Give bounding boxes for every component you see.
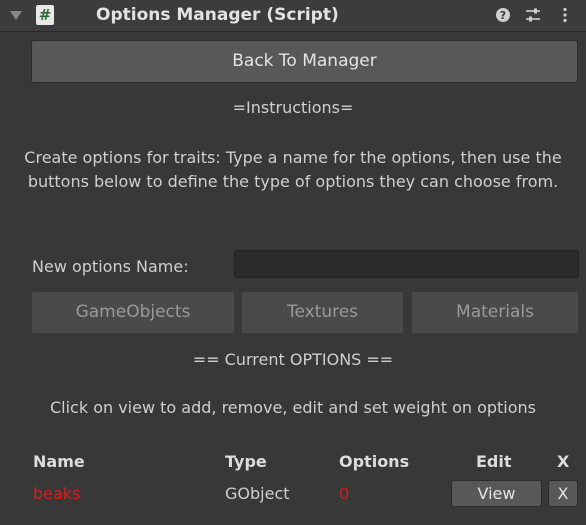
materials-button[interactable]: Materials [411,291,579,334]
new-options-name-label: New options Name: [32,257,189,276]
row-option-count: 0 [339,484,350,503]
new-options-name-input[interactable] [234,250,579,278]
component-header: # Options Manager (Script) ? [0,0,586,32]
instructions-heading: =Instructions= [232,98,354,117]
instructions-text: Create options for traits: Type a name f… [24,148,562,191]
row-option-type: GObject [225,484,290,503]
column-header-name: Name [33,452,85,471]
settings-icon[interactable] [524,6,542,24]
row-option-name: beaks [33,484,81,503]
svg-text:?: ? [500,9,506,22]
column-header-edit: Edit [476,452,512,471]
current-options-heading: == Current OPTIONS == [192,350,394,369]
textures-button[interactable]: Textures [241,291,404,334]
view-button[interactable]: View [451,480,542,507]
column-header-delete: X [557,452,570,471]
fold-arrow-icon[interactable] [10,11,22,20]
more-icon[interactable] [556,6,574,24]
delete-button[interactable]: X [548,480,578,507]
current-options-text: Click on view to add, remove, edit and s… [49,398,537,417]
back-to-manager-button[interactable]: Back To Manager [31,40,578,83]
help-icon[interactable]: ? [494,6,512,24]
column-header-options: Options [339,452,410,471]
column-header-type: Type [225,452,267,471]
gameobjects-button[interactable]: GameObjects [31,291,235,334]
script-icon: # [36,5,54,25]
component-title: Options Manager (Script) [96,5,339,25]
